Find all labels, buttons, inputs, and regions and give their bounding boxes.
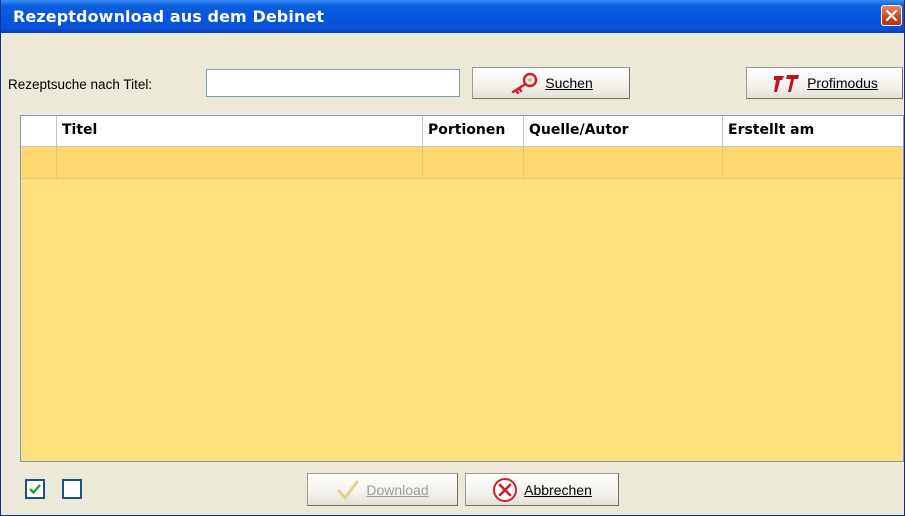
cancel-circle-icon	[492, 477, 518, 503]
search-label: Rezeptsuche nach Titel:	[8, 77, 153, 92]
select-all-checkbox[interactable]	[25, 479, 45, 499]
table-header: Titel Portionen Quelle/Autor Erstellt am	[21, 116, 903, 147]
profimodus-button[interactable]: Profimodus	[746, 67, 903, 99]
search-input[interactable]	[206, 69, 460, 97]
search-button-label: Suchen	[545, 75, 593, 91]
table-cell[interactable]	[723, 147, 903, 178]
table-cell[interactable]	[57, 147, 423, 178]
column-header-selector[interactable]	[21, 116, 57, 146]
cancel-label: Abbrechen	[524, 481, 592, 498]
title-bar[interactable]: Rezeptdownload aus dem Debinet	[1, 0, 904, 33]
search-button[interactable]: Suchen	[472, 67, 630, 99]
column-header-titel[interactable]: Titel	[57, 116, 423, 146]
window-title: Rezeptdownload aus dem Debinet	[13, 7, 325, 26]
table-row[interactable]	[21, 147, 903, 179]
column-header-quelle-autor[interactable]: Quelle/Autor	[524, 116, 723, 146]
close-icon	[885, 9, 898, 22]
download-label: Download	[366, 481, 429, 498]
cancel-button[interactable]: Abbrechen	[465, 473, 619, 506]
dialog-window: Rezeptdownload aus dem Debinet Rezeptsuc…	[0, 0, 905, 516]
checkmark-icon	[336, 479, 360, 501]
table-cell[interactable]	[423, 147, 524, 178]
deselect-all-checkbox[interactable]	[62, 479, 82, 499]
column-header-portionen[interactable]: Portionen	[423, 116, 524, 146]
table-cell[interactable]	[21, 147, 57, 178]
key-icon	[509, 72, 539, 94]
checkmark-icon	[29, 484, 41, 495]
close-button[interactable]	[881, 5, 902, 26]
column-header-erstellt-am[interactable]: Erstellt am	[723, 116, 903, 146]
table-cell[interactable]	[524, 147, 723, 178]
download-button[interactable]: Download	[307, 473, 458, 506]
profimodus-label: Profimodus	[807, 75, 878, 91]
recipe-table[interactable]: Titel Portionen Quelle/Autor Erstellt am	[20, 115, 904, 462]
tools-icon	[771, 72, 801, 94]
